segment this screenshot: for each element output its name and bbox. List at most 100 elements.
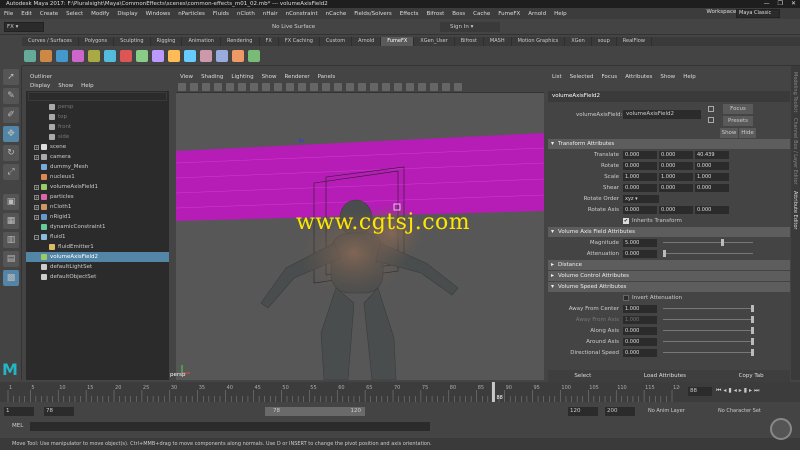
side-tab-channel-box[interactable]: Channel Box / Layer Editor: [792, 118, 798, 185]
rotate-z-field[interactable]: 0.000: [695, 161, 729, 170]
outliner-layout-icon[interactable]: ▤: [3, 251, 19, 267]
outliner-item[interactable]: dynamicConstraint1: [26, 222, 169, 232]
viewport-toolbar-icon[interactable]: [250, 83, 258, 91]
ae-menu-focus[interactable]: Focus: [601, 73, 617, 82]
outliner-item[interactable]: − fluid1: [26, 232, 169, 242]
outliner-menu-show[interactable]: Show: [58, 82, 73, 91]
command-input[interactable]: [30, 422, 430, 431]
viewport-toolbar-icon[interactable]: [274, 83, 282, 91]
move-tool-icon[interactable]: ✥: [3, 126, 19, 142]
viewport-toolbar-icon[interactable]: [430, 83, 438, 91]
anim-layer-dropdown[interactable]: No Anim Layer: [648, 408, 685, 414]
shelf-tab-rendering[interactable]: Rendering: [221, 37, 260, 46]
speed-slider-knob[interactable]: [751, 316, 754, 323]
presets-button[interactable]: Presets: [723, 116, 753, 126]
viewport-toolbar-icon[interactable]: [358, 83, 366, 91]
menu-create[interactable]: Create: [40, 11, 58, 17]
menu-file[interactable]: File: [4, 11, 13, 17]
distance-section[interactable]: Distance: [548, 260, 790, 270]
outliner-item[interactable]: dummy_Mesh: [26, 162, 169, 172]
show-button[interactable]: Show: [720, 128, 738, 138]
lasso-tool-icon[interactable]: ✎: [3, 88, 19, 104]
translate-x-field[interactable]: 0.000: [623, 150, 657, 159]
ae-menu-list[interactable]: List: [552, 73, 562, 82]
shelf-tab-motion-graphics[interactable]: Motion Graphics: [512, 37, 566, 46]
shelf-tool-icon[interactable]: [104, 50, 116, 62]
viewport-menu-view[interactable]: View: [180, 73, 193, 82]
speed-slider-knob[interactable]: [751, 327, 754, 334]
expand-toggle-icon[interactable]: −: [34, 234, 39, 240]
outliner-item[interactable]: front: [26, 122, 169, 132]
viewport-toolbar-icon[interactable]: [238, 83, 246, 91]
ae-menu-show[interactable]: Show: [660, 73, 675, 82]
outliner-item[interactable]: side: [26, 132, 169, 142]
node-name-field[interactable]: volumeAxisField2: [623, 110, 701, 119]
shelf-tool-icon[interactable]: [216, 50, 228, 62]
shear-z-field[interactable]: 0.000: [695, 183, 729, 192]
shelf-tab-polygons[interactable]: Polygons: [79, 37, 115, 46]
shelf-tool-icon[interactable]: [184, 50, 196, 62]
expand-toggle-icon[interactable]: +: [34, 184, 39, 190]
shelf-tab-xgen[interactable]: XGen: [565, 37, 592, 46]
viewport-menu-lighting[interactable]: Lighting: [231, 73, 253, 82]
viewport-toolbar-icon[interactable]: [334, 83, 342, 91]
paint-tool-icon[interactable]: ✐: [3, 107, 19, 123]
anim-start-field[interactable]: 78: [44, 407, 74, 416]
viewport-menu-show[interactable]: Show: [262, 73, 277, 82]
ae-menu-selected[interactable]: Selected: [570, 73, 594, 82]
viewport-toolbar-icon[interactable]: [382, 83, 390, 91]
menu-help[interactable]: Help: [554, 11, 567, 17]
side-tab-modeling-toolkit[interactable]: Modeling Toolkit: [792, 72, 798, 112]
menu-effects[interactable]: Effects: [400, 11, 419, 17]
workspace-dropdown[interactable]: Maya Classic: [736, 9, 780, 18]
current-frame-marker[interactable]: [491, 382, 495, 402]
two-view-icon[interactable]: ▥: [3, 232, 19, 248]
shelf-tab-mash[interactable]: MASH: [484, 37, 512, 46]
menu-cache[interactable]: Cache: [473, 11, 490, 17]
expand-toggle-icon[interactable]: +: [34, 194, 39, 200]
speed-field[interactable]: 0.000: [623, 326, 657, 335]
shelf-tab-fx-caching[interactable]: FX Caching: [279, 37, 320, 46]
menu-select[interactable]: Select: [66, 11, 83, 17]
viewport-toolbar-icon[interactable]: [322, 83, 330, 91]
viewport-toolbar-icon[interactable]: [310, 83, 318, 91]
viewport-toolbar-icon[interactable]: [286, 83, 294, 91]
viewport-toolbar-icon[interactable]: [190, 83, 198, 91]
inherits-transform-checkbox[interactable]: ✔: [623, 217, 629, 224]
outliner-menu-display[interactable]: Display: [30, 82, 50, 91]
menu-windows[interactable]: Windows: [146, 11, 171, 17]
outliner-item[interactable]: nucleus1: [26, 172, 169, 182]
speed-field[interactable]: 0.000: [623, 348, 657, 357]
outliner-item[interactable]: volumeAxisField2: [26, 252, 169, 262]
scale-z-field[interactable]: 1.000: [695, 172, 729, 181]
viewport-toolbar-icon[interactable]: [442, 83, 450, 91]
menu-edit[interactable]: Edit: [21, 11, 32, 17]
viewport-menu-renderer[interactable]: Renderer: [284, 73, 309, 82]
shelf-tab-soup[interactable]: soup: [592, 37, 617, 46]
speed-slider[interactable]: [663, 305, 754, 312]
shelf-tool-icon[interactable]: [24, 50, 36, 62]
speed-slider[interactable]: [663, 327, 754, 334]
viewport-toolbar-icon[interactable]: [394, 83, 402, 91]
anim-end-field[interactable]: 200: [605, 407, 635, 416]
outliner-item[interactable]: + volumeAxisField1: [26, 182, 169, 192]
viewport-menu-panels[interactable]: Panels: [318, 73, 336, 82]
outliner-item[interactable]: + nRigid1: [26, 212, 169, 222]
speed-slider-knob[interactable]: [751, 349, 754, 356]
outliner-item[interactable]: defaultObjectSet: [26, 272, 169, 282]
outliner-menu-help[interactable]: Help: [81, 82, 94, 91]
outliner-item[interactable]: + particles: [26, 192, 169, 202]
time-slider[interactable]: 1 5 10 15 20 25 30 35 40 45 50 55 60 65 70 75 80 85 90 95 10…: [0, 382, 800, 402]
focus-button[interactable]: Focus: [723, 104, 753, 114]
ae-menu-help[interactable]: Help: [683, 73, 696, 82]
shelf-tab-bifrost[interactable]: Bifrost: [455, 37, 484, 46]
viewport-panel[interactable]: View Shading Lighting Show Renderer Panels: [176, 73, 544, 380]
end-frame-field[interactable]: 120: [568, 407, 598, 416]
viewport-toolbar-icon[interactable]: [226, 83, 234, 91]
maximize-icon[interactable]: ❐: [778, 0, 783, 8]
scale-x-field[interactable]: 1.000: [623, 172, 657, 181]
speed-slider[interactable]: [663, 349, 754, 356]
menu-bifrost[interactable]: Bifrost: [427, 11, 445, 17]
hide-button[interactable]: Hide: [739, 128, 756, 138]
viewport-menu-shading[interactable]: Shading: [201, 73, 223, 82]
